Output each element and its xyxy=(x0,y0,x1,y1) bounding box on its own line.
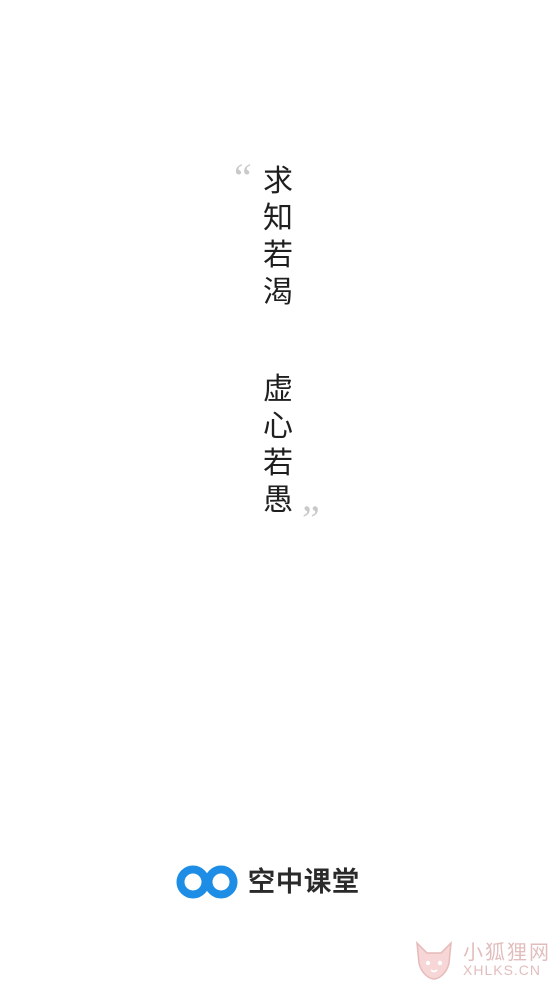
app-logo: 空中课堂 xyxy=(176,862,360,902)
slogan-char: 渴 xyxy=(263,275,293,310)
slogan-char: 求 xyxy=(263,164,293,199)
slogan-line-2: 虚 心 若 愚 xyxy=(260,371,296,519)
fox-icon xyxy=(416,940,452,980)
slogan-char: 虚 xyxy=(263,372,293,407)
slogan-char: 心 xyxy=(263,409,293,444)
app-name: 空中课堂 xyxy=(248,866,360,898)
open-quote-mark: “ xyxy=(234,155,252,200)
infinity-loop-icon xyxy=(176,865,238,899)
slogan-char: 若 xyxy=(263,238,293,273)
watermark-url: XHLKS.CN xyxy=(463,962,542,979)
site-watermark: 小狐狸网 XHLKS.CN xyxy=(411,937,551,983)
close-quote-mark: ” xyxy=(302,497,320,542)
slogan-char: 知 xyxy=(263,201,293,236)
slogan-char: 若 xyxy=(263,446,293,481)
splash-screen: “ 求 知 若 渴 虚 心 若 愚 ” 空中课堂 小狐狸网 XHLKS.CN xyxy=(0,0,557,993)
slogan-char: 愚 xyxy=(263,483,293,518)
slogan-line-1: 求 知 若 渴 xyxy=(260,163,296,311)
watermark-text: 小狐狸网 XHLKS.CN xyxy=(463,941,551,978)
watermark-title: 小狐狸网 xyxy=(463,940,551,965)
